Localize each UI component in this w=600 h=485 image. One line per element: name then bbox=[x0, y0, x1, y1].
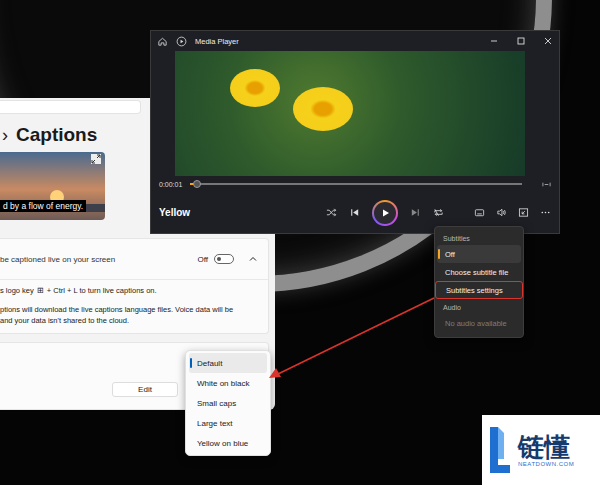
seek-thumb[interactable] bbox=[193, 180, 201, 188]
menu-section-header: Audio bbox=[435, 299, 523, 314]
repeat-icon[interactable] bbox=[433, 207, 444, 218]
previous-icon[interactable] bbox=[349, 207, 360, 218]
next-icon[interactable] bbox=[410, 207, 421, 218]
selection-bar bbox=[190, 358, 192, 368]
caption-style-option[interactable]: Large text bbox=[189, 413, 267, 433]
maximize-icon[interactable] bbox=[516, 36, 526, 46]
toggle-label: Off bbox=[197, 255, 208, 264]
remaining-time-icon bbox=[542, 180, 551, 189]
logo-site: NEATDOWN.COM bbox=[518, 461, 574, 467]
menu-item[interactable]: Choose subtitle file bbox=[437, 263, 521, 281]
caption-style-dropdown: DefaultWhite on blackSmall capsLarge tex… bbox=[185, 350, 271, 456]
watermark-logo: 链懂NEATDOWN.COM bbox=[482, 415, 600, 485]
live-captions-description: be captioned live on your screen bbox=[0, 255, 115, 264]
breadcrumb-separator: › bbox=[2, 125, 8, 146]
title-bar: Media Player bbox=[151, 31, 559, 51]
menu-item[interactable]: Off bbox=[437, 245, 521, 263]
live-captions-toggle[interactable] bbox=[214, 254, 234, 264]
context-menu: SubtitlesOffChoose subtitle fileSubtitle… bbox=[434, 226, 524, 338]
volume-icon[interactable] bbox=[496, 207, 507, 218]
toggle-knob bbox=[217, 257, 221, 261]
media-player-logo-icon bbox=[176, 36, 187, 47]
menu-item[interactable]: Subtitles settings bbox=[435, 281, 523, 299]
expand-icon[interactable] bbox=[91, 154, 101, 164]
caption-style-option[interactable]: Yellow on blue bbox=[189, 433, 267, 453]
flower bbox=[230, 69, 280, 107]
track-title: Yellow bbox=[159, 207, 259, 218]
title: Captions bbox=[16, 124, 97, 146]
live-captions-details: s logo key⊞+ Ctrl + L to turn live capti… bbox=[0, 280, 268, 333]
play-icon bbox=[374, 202, 396, 224]
mini-player-icon[interactable] bbox=[518, 207, 529, 218]
letter-l-logo-icon bbox=[488, 425, 512, 475]
window-title: Media Player bbox=[195, 37, 239, 46]
selection-bar bbox=[438, 249, 440, 259]
desktop: › Captions d by a flow of energy. be captio… bbox=[0, 0, 600, 485]
elapsed-time: 0:00:01 bbox=[159, 181, 182, 188]
annotation-arrow bbox=[0, 0, 600, 485]
logo-name: 链懂 bbox=[518, 433, 570, 462]
minimize-icon[interactable] bbox=[489, 36, 499, 46]
edit-button[interactable]: Edit bbox=[112, 382, 178, 397]
live-captions-row[interactable]: be captioned live on your screen Off bbox=[0, 239, 268, 280]
caption-style-option[interactable]: Small caps bbox=[189, 393, 267, 413]
flower bbox=[293, 87, 353, 131]
shuffle-icon[interactable] bbox=[326, 207, 337, 218]
subtitles-icon[interactable] bbox=[474, 207, 485, 218]
privacy-notice: ptions will download the live captions l… bbox=[0, 305, 264, 327]
caption-style-option[interactable]: Default bbox=[189, 353, 267, 373]
search-box[interactable] bbox=[0, 100, 141, 114]
caption-style-option[interactable]: White on black bbox=[189, 373, 267, 393]
windows-key: ⊞ bbox=[37, 286, 44, 295]
close-icon[interactable] bbox=[543, 36, 553, 46]
seek-row: 0:00:01 bbox=[151, 176, 559, 192]
video-frame bbox=[175, 51, 525, 176]
chevron-icon[interactable] bbox=[248, 254, 258, 264]
play-button[interactable] bbox=[372, 200, 398, 226]
media-player-window: Media Player 0:00:01 Yellow bbox=[150, 30, 560, 234]
more-icon[interactable] bbox=[540, 207, 551, 218]
menu-section-header: Subtitles bbox=[435, 230, 523, 245]
shortcut-hint: s logo key⊞+ Ctrl + L to turn live capti… bbox=[0, 286, 264, 295]
seek-bar[interactable] bbox=[190, 183, 522, 185]
live-captions-card: be captioned live on your screen Off s log… bbox=[0, 238, 269, 334]
preview-caption: d by a flow of energy. bbox=[0, 200, 86, 212]
home-icon[interactable] bbox=[157, 36, 168, 47]
caption-preview: d by a flow of energy. bbox=[0, 152, 105, 220]
menu-item: No audio available bbox=[437, 314, 521, 332]
